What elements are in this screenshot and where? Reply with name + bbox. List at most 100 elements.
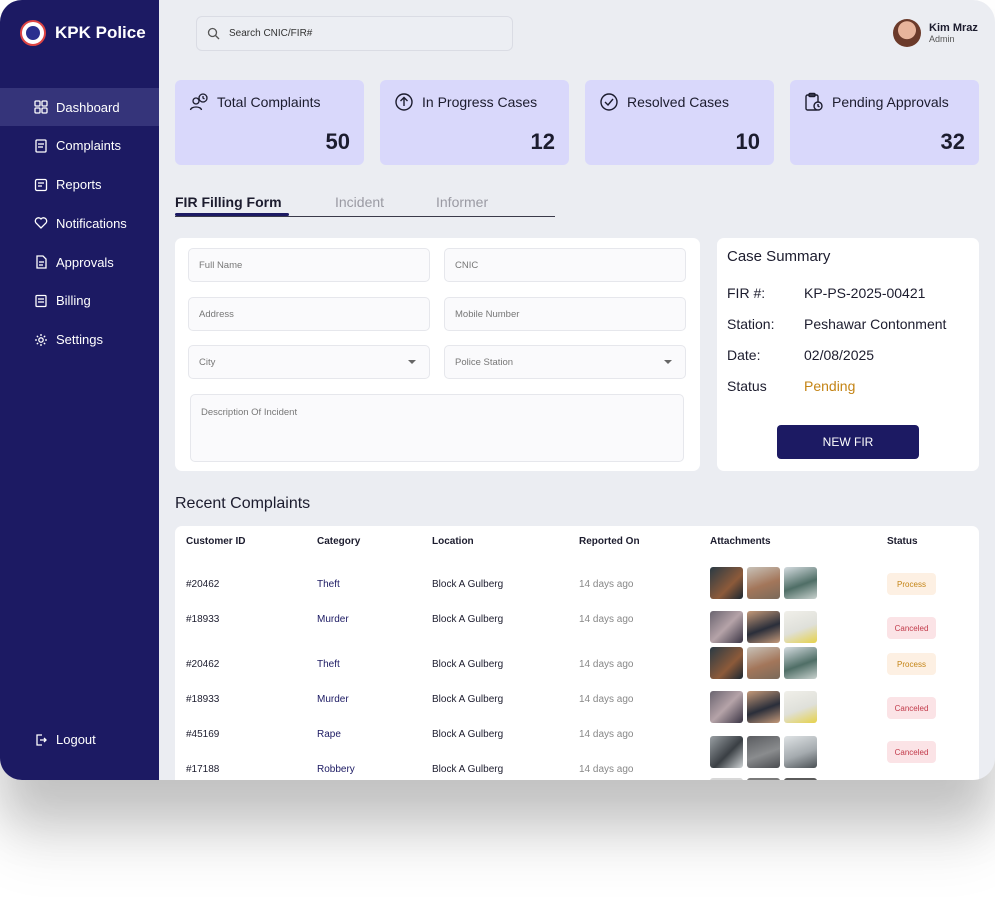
column-header: Customer ID (186, 536, 246, 547)
station-value: Peshawar Contonment (804, 316, 947, 332)
full-name-field[interactable]: Full Name (188, 248, 430, 282)
attachment-thumbnail[interactable] (747, 611, 780, 643)
attachment-thumbnail[interactable] (710, 611, 743, 643)
stat-value: 32 (940, 129, 965, 154)
avatar (893, 19, 921, 47)
status-badge: Process (887, 573, 936, 595)
city-select[interactable]: City (188, 345, 430, 379)
tab-fir-filling-form[interactable]: FIR Filling Form (175, 194, 282, 210)
attachment-thumbnail[interactable] (710, 567, 743, 599)
customer-id: #18933 (186, 694, 220, 705)
stat-title: Total Complaints (217, 94, 321, 110)
category: Murder (317, 614, 349, 625)
police-station-select[interactable]: Police Station (444, 345, 686, 379)
reported-on: 14 days ago (579, 694, 634, 705)
sidebar-item-notifications[interactable]: Notifications (0, 204, 159, 242)
search-icon (207, 27, 220, 40)
status-badge: Canceled (887, 617, 936, 639)
category: Rape (317, 729, 341, 740)
column-header: Category (317, 536, 361, 547)
stat-title: Pending Approvals (832, 94, 949, 110)
status-badge: Process (887, 653, 936, 675)
sidebar: KPK Police Dashboard Complaints Reports … (0, 0, 159, 780)
police-station-select-label: Police Station (444, 345, 686, 379)
attachment-thumbnail[interactable] (710, 691, 743, 723)
reported-on: 14 days ago (579, 614, 634, 625)
attachment-thumbnail[interactable] (784, 778, 817, 780)
cnic-field[interactable]: CNIC (444, 248, 686, 282)
mobile-number-field[interactable]: Mobile Number (444, 297, 686, 331)
attachment-thumbnail[interactable] (710, 778, 743, 780)
table-row[interactable]: #20462 Theft Block A Gulberg 14 days ago… (175, 567, 979, 601)
table-row[interactable]: #18933 Murder Block A Gulberg 14 days ag… (175, 691, 979, 725)
police-logo-icon (20, 20, 46, 46)
brand: KPK Police (20, 20, 146, 46)
stat-value: 10 (735, 129, 760, 154)
status-badge: Canceled (887, 741, 936, 763)
reported-on: 14 days ago (579, 659, 634, 670)
status-value: Pending (804, 378, 856, 394)
sidebar-item-label: Billing (56, 293, 91, 309)
chevron-down-icon (408, 360, 416, 364)
sidebar-item-settings[interactable]: Settings (0, 321, 159, 359)
location: Block A Gulberg (432, 579, 504, 590)
fir-number-value: KP-PS-2025-00421 (804, 285, 926, 301)
attachments (710, 567, 817, 599)
customer-id: #45169 (186, 729, 220, 740)
attachments (710, 647, 817, 679)
sidebar-item-dashboard[interactable]: Dashboard (0, 88, 159, 126)
table-row[interactable]: #20462 Theft Block A Gulberg 14 days ago… (175, 647, 979, 681)
stat-card-pending-approvals[interactable]: Pending Approvals 32 (790, 80, 979, 165)
sidebar-item-label: Settings (56, 332, 103, 348)
brand-name: KPK Police (55, 23, 146, 42)
upload-circle-icon (395, 93, 413, 111)
customer-id: #18933 (186, 614, 220, 625)
table-row[interactable]: #45169 Rape Block A Gulberg 14 days ago … (175, 726, 979, 768)
sidebar-nav: Dashboard Complaints Reports Notificatio… (0, 88, 159, 360)
stat-card-in-progress[interactable]: In Progress Cases 12 (380, 80, 569, 165)
attachment-thumbnail[interactable] (747, 567, 780, 599)
category: Theft (317, 579, 340, 590)
column-header: Attachments (710, 536, 771, 547)
stat-card-resolved[interactable]: Resolved Cases 10 (585, 80, 774, 165)
attachment-thumbnail[interactable] (747, 647, 780, 679)
reported-on: 14 days ago (579, 764, 634, 775)
category: Robbery (317, 764, 355, 775)
attachment-thumbnail[interactable] (784, 611, 817, 643)
user-clock-icon (189, 93, 208, 111)
sidebar-item-billing[interactable]: Billing (0, 282, 159, 320)
stat-card-total-complaints[interactable]: Total Complaints 50 (175, 80, 364, 165)
attachment-thumbnail[interactable] (747, 691, 780, 723)
search-bar[interactable] (196, 16, 513, 51)
tab-informer[interactable]: Informer (436, 194, 488, 210)
sidebar-item-complaints[interactable]: Complaints (0, 127, 159, 165)
attachment-thumbnail[interactable] (710, 647, 743, 679)
location: Block A Gulberg (432, 764, 504, 775)
attachments (710, 778, 817, 780)
table-row[interactable]: #18933 Murder Block A Gulberg 14 days ag… (175, 611, 979, 645)
sidebar-item-approvals[interactable]: Approvals (0, 243, 159, 281)
attachment-thumbnail[interactable] (784, 691, 817, 723)
stat-title: In Progress Cases (422, 94, 538, 110)
description-field[interactable]: Description Of Incident (190, 394, 684, 462)
new-fir-button[interactable]: NEW FIR (777, 425, 919, 459)
user-profile[interactable]: Kim Mraz Admin (893, 19, 978, 47)
stat-title: Resolved Cases (627, 94, 729, 110)
sidebar-item-reports[interactable]: Reports (0, 166, 159, 204)
tab-incident[interactable]: Incident (335, 194, 384, 210)
grid-icon (34, 100, 48, 114)
report-icon (34, 178, 48, 191)
address-field[interactable]: Address (188, 297, 430, 331)
station-label: Station: (727, 316, 775, 332)
logout-button[interactable]: Logout (34, 732, 96, 747)
table-row[interactable]: #17188 Robbery Block A Gulberg 14 days a… (175, 761, 979, 780)
user-role: Admin (929, 34, 955, 44)
attachment-thumbnail[interactable] (784, 647, 817, 679)
reported-on: 14 days ago (579, 729, 634, 740)
search-input[interactable] (229, 28, 489, 39)
attachment-thumbnail[interactable] (747, 778, 780, 780)
stat-value: 50 (325, 129, 350, 154)
category: Murder (317, 694, 349, 705)
attachment-thumbnail[interactable] (784, 567, 817, 599)
city-select-label: City (188, 345, 430, 379)
